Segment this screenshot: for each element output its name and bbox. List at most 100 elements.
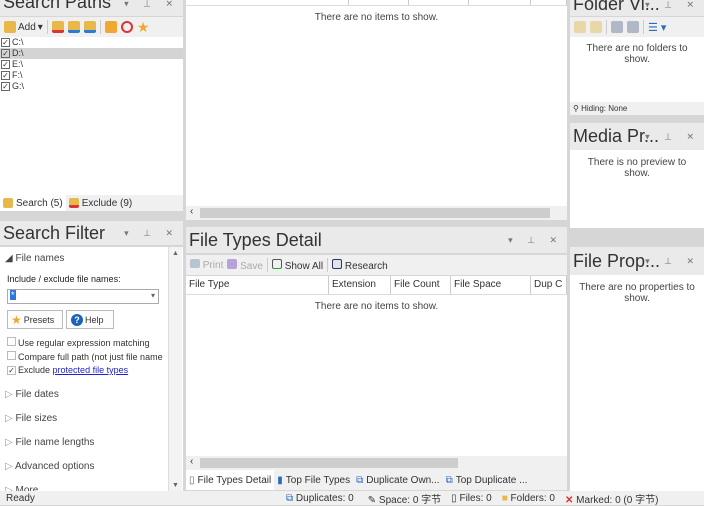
exclude-protected-checkbox[interactable]: ✓ Exclude protected file types: [7, 365, 128, 375]
vertical-scrollbar[interactable]: ▲ ▼: [168, 247, 182, 491]
tab-search[interactable]: Search (5): [0, 195, 66, 211]
status-ready: Ready: [6, 492, 35, 504]
filter-section[interactable]: ▷ File sizes: [5, 413, 57, 424]
include-combobox[interactable]: * ▾: [7, 289, 159, 304]
panel-controls[interactable]: ▾ ⊥ ✕: [124, 221, 179, 245]
folder-uncheck-icon[interactable]: [590, 21, 602, 33]
section-file-names[interactable]: ◢ File names: [5, 253, 64, 264]
show-all-button[interactable]: Show All: [271, 258, 324, 272]
search-path-item[interactable]: ✓ F:\: [0, 70, 183, 81]
binoculars-next-icon[interactable]: [611, 21, 623, 33]
folder-up-icon[interactable]: [67, 21, 80, 33]
tab-duplicate-owner[interactable]: ⧉ Duplicate Own...: [353, 470, 443, 490]
duplicate-owner-icon: ⧉: [356, 474, 364, 486]
checkbox-label: Compare full path (not just file name: [18, 352, 163, 362]
path-label: C:\: [12, 37, 24, 47]
file-icon: ▯: [451, 492, 457, 504]
empty-message: There are no folders to show.: [586, 43, 688, 65]
research-button[interactable]: Research: [332, 258, 388, 272]
empty-message: There is no preview to show.: [587, 157, 687, 179]
empty-message: There are no properties to show.: [579, 282, 695, 304]
separator: [327, 258, 329, 272]
tab-file[interactable]: ▯ File Types Detail: [186, 470, 275, 490]
filter-section[interactable]: ▷ Advanced options: [5, 461, 94, 472]
folder-remove-icon[interactable]: [51, 21, 64, 33]
panel-controls[interactable]: ▾ ⊥ ✕: [508, 227, 563, 253]
folder-down-icon[interactable]: [83, 21, 96, 33]
save-button[interactable]: Save: [227, 258, 263, 272]
column-header[interactable]: File Type: [186, 276, 329, 294]
help-button[interactable]: ? Help: [66, 310, 114, 329]
scroll-thumb[interactable]: [200, 208, 550, 218]
search-path-item[interactable]: ✓ C:\: [0, 37, 183, 48]
separator: [606, 20, 607, 34]
checkbox[interactable]: ✓: [1, 38, 10, 47]
separator: [46, 20, 48, 34]
horizontal-scrollbar[interactable]: ‹: [186, 456, 567, 470]
scroll-down-arrow[interactable]: ▼: [169, 482, 182, 489]
file-icon: ▯: [189, 474, 195, 486]
search-icon: ⚲: [573, 104, 579, 113]
search-paths-title-bar: Search Paths ▾ ⊥ ✕: [0, 0, 183, 16]
protected-file-types-link[interactable]: protected file types: [53, 365, 129, 375]
column-header[interactable]: File Space: [451, 276, 531, 294]
hiding-label: Hiding: None: [581, 104, 628, 113]
checkbox-label: Exclude: [18, 365, 51, 375]
checkbox[interactable]: ✓: [1, 82, 10, 91]
status-space: ✎ Space: 0 字节: [368, 491, 441, 506]
empty-message: There are no items to show.: [314, 301, 439, 312]
full-path-checkbox[interactable]: Compare full path (not just file name: [7, 351, 163, 362]
folder-check-icon[interactable]: [574, 21, 586, 33]
column-header[interactable]: Extension: [329, 276, 391, 294]
add-button[interactable]: Add ▾: [4, 21, 43, 33]
column-header[interactable]: Dup C: [531, 276, 567, 294]
section-label: File sizes: [15, 413, 58, 424]
presets-label: Presets: [23, 314, 55, 325]
search-path-item[interactable]: ✓ D:\: [0, 48, 183, 59]
column-header[interactable]: [349, 0, 409, 5]
regex-checkbox[interactable]: Use regular expression matching: [7, 337, 150, 348]
panel-controls[interactable]: ▾ ⊥ ✕: [645, 247, 700, 275]
checkbox[interactable]: ✓: [1, 71, 10, 80]
panel-controls[interactable]: ▾ ⊥ ✕: [124, 0, 179, 10]
checkbox[interactable]: ✓: [1, 60, 10, 69]
column-header[interactable]: File Count: [391, 276, 451, 294]
scroll-left-arrow[interactable]: ‹: [190, 206, 193, 217]
column-header[interactable]: [409, 0, 469, 5]
tab-top-duplicate[interactable]: ⧉ Top Duplicate ...: [443, 470, 531, 490]
search-path-item[interactable]: ✓ E:\: [0, 59, 183, 70]
tab-bar-chart[interactable]: ▮ Top File Types: [274, 470, 353, 490]
presets-button[interactable]: ★ Presets: [7, 310, 63, 329]
panel-title: File Types Detail: [189, 230, 322, 250]
star-icon[interactable]: ★: [137, 19, 150, 36]
tab-label: Exclude (9): [81, 197, 133, 209]
print-button[interactable]: Print: [190, 259, 223, 271]
horizontal-scrollbar[interactable]: ‹: [186, 206, 567, 220]
folder-add-icon: [4, 21, 16, 33]
tab-exclude[interactable]: Exclude (9): [66, 195, 136, 211]
scroll-left-arrow[interactable]: ‹: [190, 456, 193, 467]
checkbox-box: ✓: [7, 366, 16, 375]
filter-section[interactable]: ▷ File name lengths: [5, 437, 94, 448]
filter-section[interactable]: ▷ File dates: [5, 389, 59, 400]
scroll-up-arrow[interactable]: ▲: [169, 247, 182, 257]
file-types-title-bar: File Types Detail ▾ ⊥ ✕: [186, 227, 567, 253]
binoculars-prev-icon[interactable]: [627, 21, 639, 33]
search-path-item[interactable]: ✓ G:\: [0, 81, 183, 92]
panel-controls[interactable]: ▾ ⊥ ✕: [645, 123, 700, 150]
section-label: Advanced options: [14, 461, 95, 472]
column-header[interactable]: [469, 0, 531, 5]
scroll-thumb[interactable]: [200, 458, 458, 468]
tree-view-icon[interactable]: ☰ ▾: [648, 21, 666, 34]
panel-controls[interactable]: ▾ ⊥ ✕: [645, 0, 700, 11]
checkbox[interactable]: ✓: [1, 49, 10, 58]
column-header[interactable]: [186, 0, 349, 5]
tab-label: Top File Types: [285, 474, 351, 486]
block-icon[interactable]: [120, 21, 133, 33]
hiding-bar[interactable]: ⚲ Hiding: None: [570, 102, 704, 115]
folder-icon: ■: [501, 492, 508, 504]
show-all-label: Show All: [284, 260, 324, 272]
lock-icon[interactable]: [104, 21, 117, 33]
column-header[interactable]: [531, 0, 567, 5]
separator: [643, 20, 644, 34]
